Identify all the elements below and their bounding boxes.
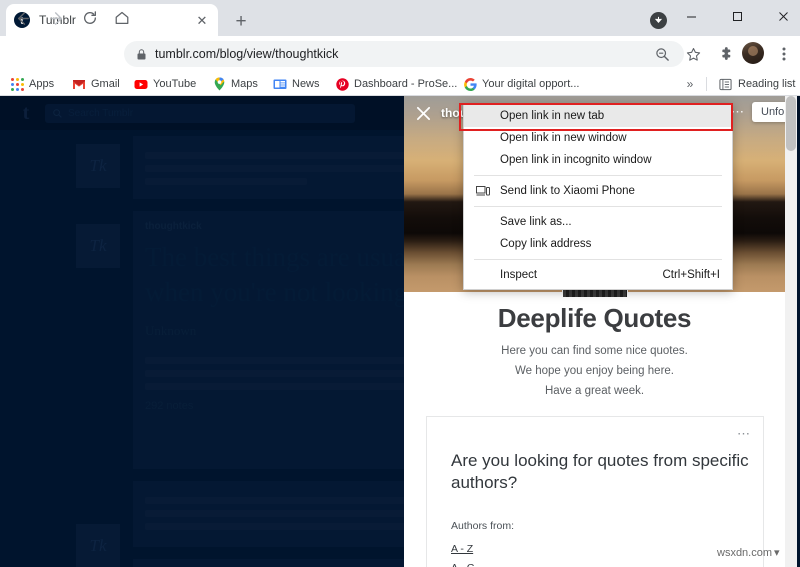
context-menu-item-label: Copy link address (500, 238, 592, 250)
gmail-icon (72, 77, 86, 91)
reading-list-button[interactable]: Reading list (718, 72, 795, 96)
forward-button[interactable] (45, 6, 69, 30)
bookmark-label: Gmail (91, 78, 120, 90)
bookmark-label: YouTube (153, 78, 197, 90)
avatar[interactable] (742, 42, 764, 64)
home-button[interactable] (110, 6, 134, 30)
context-menu-item-shortcut: Ctrl+Shift+I (662, 269, 720, 281)
reading-list-label: Reading list (738, 78, 796, 90)
close-icon[interactable]: ✕ (194, 12, 210, 28)
window-maximize-button[interactable] (714, 0, 760, 32)
blog-title: Deeplife Quotes (497, 303, 692, 333)
reading-list-icon (718, 77, 732, 91)
three-dot-icon[interactable]: ⋯ (737, 427, 751, 440)
context-menu-separator (474, 259, 722, 260)
bookmark-label: Maps (231, 78, 258, 90)
window-minimize-button[interactable] (668, 0, 714, 32)
blog-post-link-a-z[interactable]: A - Z (451, 543, 473, 555)
bookmark-label: Dashboard - ProSe... (354, 78, 458, 90)
context-menu: Open link in new tab Open link in new wi… (463, 103, 733, 290)
puzzle-icon[interactable] (714, 42, 738, 66)
page-scrollbar-track[interactable] (785, 96, 797, 567)
context-menu-item-save-link-as[interactable]: Save link as... (464, 211, 732, 233)
zoom-out-icon[interactable] (650, 42, 674, 66)
bookmark-label: Apps (29, 78, 55, 90)
divider (706, 77, 707, 91)
bookmark-label: Your digital opport... (482, 78, 580, 90)
blog-description: Here you can find some nice quotes. We h… (404, 341, 785, 401)
bookmark-apps[interactable]: Apps (10, 72, 54, 96)
download-icon[interactable] (650, 12, 667, 29)
blog-post-card[interactable]: ⋯ Are you looking for quotes from specif… (426, 416, 764, 567)
context-menu-item-inspect[interactable]: Inspect Ctrl+Shift+I (464, 264, 732, 286)
bookmark-maps[interactable]: Maps (212, 72, 258, 96)
blog-post-link-a-c[interactable]: A - C (451, 562, 474, 567)
watermark-text: wsxdn.com (717, 546, 773, 559)
context-menu-item-send-link-to-xiaomi-phone[interactable]: Send link to Xiaomi Phone (464, 180, 732, 202)
blog-description-line: Have a great week. (544, 385, 645, 398)
three-dot-menu-icon[interactable] (772, 42, 796, 66)
address-bar-url[interactable]: tumblr.com/blog/view/thoughtkick (155, 47, 674, 61)
context-menu-item-label: Open link in incognito window (500, 154, 652, 166)
blog-description-line: We hope you enjoy being here. (515, 365, 674, 378)
new-tab-button[interactable]: + (228, 8, 254, 34)
bookmarks-overflow-button[interactable]: » (681, 72, 699, 96)
maps-pin-icon (212, 77, 226, 91)
google-g-icon (463, 77, 477, 91)
bookmarks-bar: Apps Gmail YouTube Maps News Dashboard -… (0, 72, 800, 96)
screenshot-root: t Tumblr ✕ + tumblr.com/blog/view/though… (0, 0, 800, 567)
star-icon[interactable] (681, 42, 705, 66)
youtube-icon (134, 77, 148, 91)
blog-post-subtitle: Authors from: (451, 520, 515, 532)
watermark: wsxdn.com ▾ (717, 546, 780, 560)
three-dot-icon[interactable]: ⋯ (731, 105, 745, 118)
back-button[interactable] (10, 6, 34, 30)
apps-grid-icon (10, 77, 24, 91)
context-menu-item-label: Send link to Xiaomi Phone (500, 185, 635, 197)
bookmark-label: News (292, 78, 320, 90)
blog-post-title: Are you looking for quotes from specific… (451, 451, 749, 493)
bookmark-gmail[interactable]: Gmail (72, 72, 120, 96)
window-close-button[interactable] (760, 0, 800, 32)
address-bar[interactable]: tumblr.com/blog/view/thoughtkick (124, 41, 684, 67)
device-icon (476, 185, 490, 197)
context-menu-item-open-link-in-new-window[interactable]: Open link in new window (464, 127, 732, 149)
lock-icon (134, 48, 148, 60)
bookmark-news[interactable]: News (273, 72, 320, 96)
pinterest-icon (335, 77, 349, 91)
blog-description-line: Here you can find some nice quotes. (501, 345, 688, 357)
news-icon (273, 77, 287, 91)
context-menu-item-label: Open link in new window (500, 132, 627, 144)
context-menu-item-copy-link-address[interactable]: Copy link address (464, 233, 732, 255)
watermark-caret-icon: ▾ (774, 547, 780, 559)
bookmark-youtube[interactable]: YouTube (134, 72, 196, 96)
context-menu-item-label: Save link as... (500, 216, 572, 228)
context-menu-separator (474, 175, 722, 176)
bookmark-dashboard-prose[interactable]: Dashboard - ProSe... (335, 72, 457, 96)
context-menu-item-open-link-in-incognito-window[interactable]: Open link in incognito window (464, 149, 732, 171)
context-menu-separator (474, 206, 722, 207)
bookmark-your-digital-opport[interactable]: Your digital opport... (463, 72, 579, 96)
reload-button[interactable] (78, 6, 102, 30)
context-menu-item-label: Open link in new tab (500, 110, 605, 122)
close-x-icon[interactable] (412, 102, 434, 124)
page-scrollbar-thumb[interactable] (786, 96, 796, 151)
context-menu-item-open-link-in-new-tab[interactable]: Open link in new tab (464, 105, 732, 127)
context-menu-item-label: Inspect (500, 269, 538, 281)
